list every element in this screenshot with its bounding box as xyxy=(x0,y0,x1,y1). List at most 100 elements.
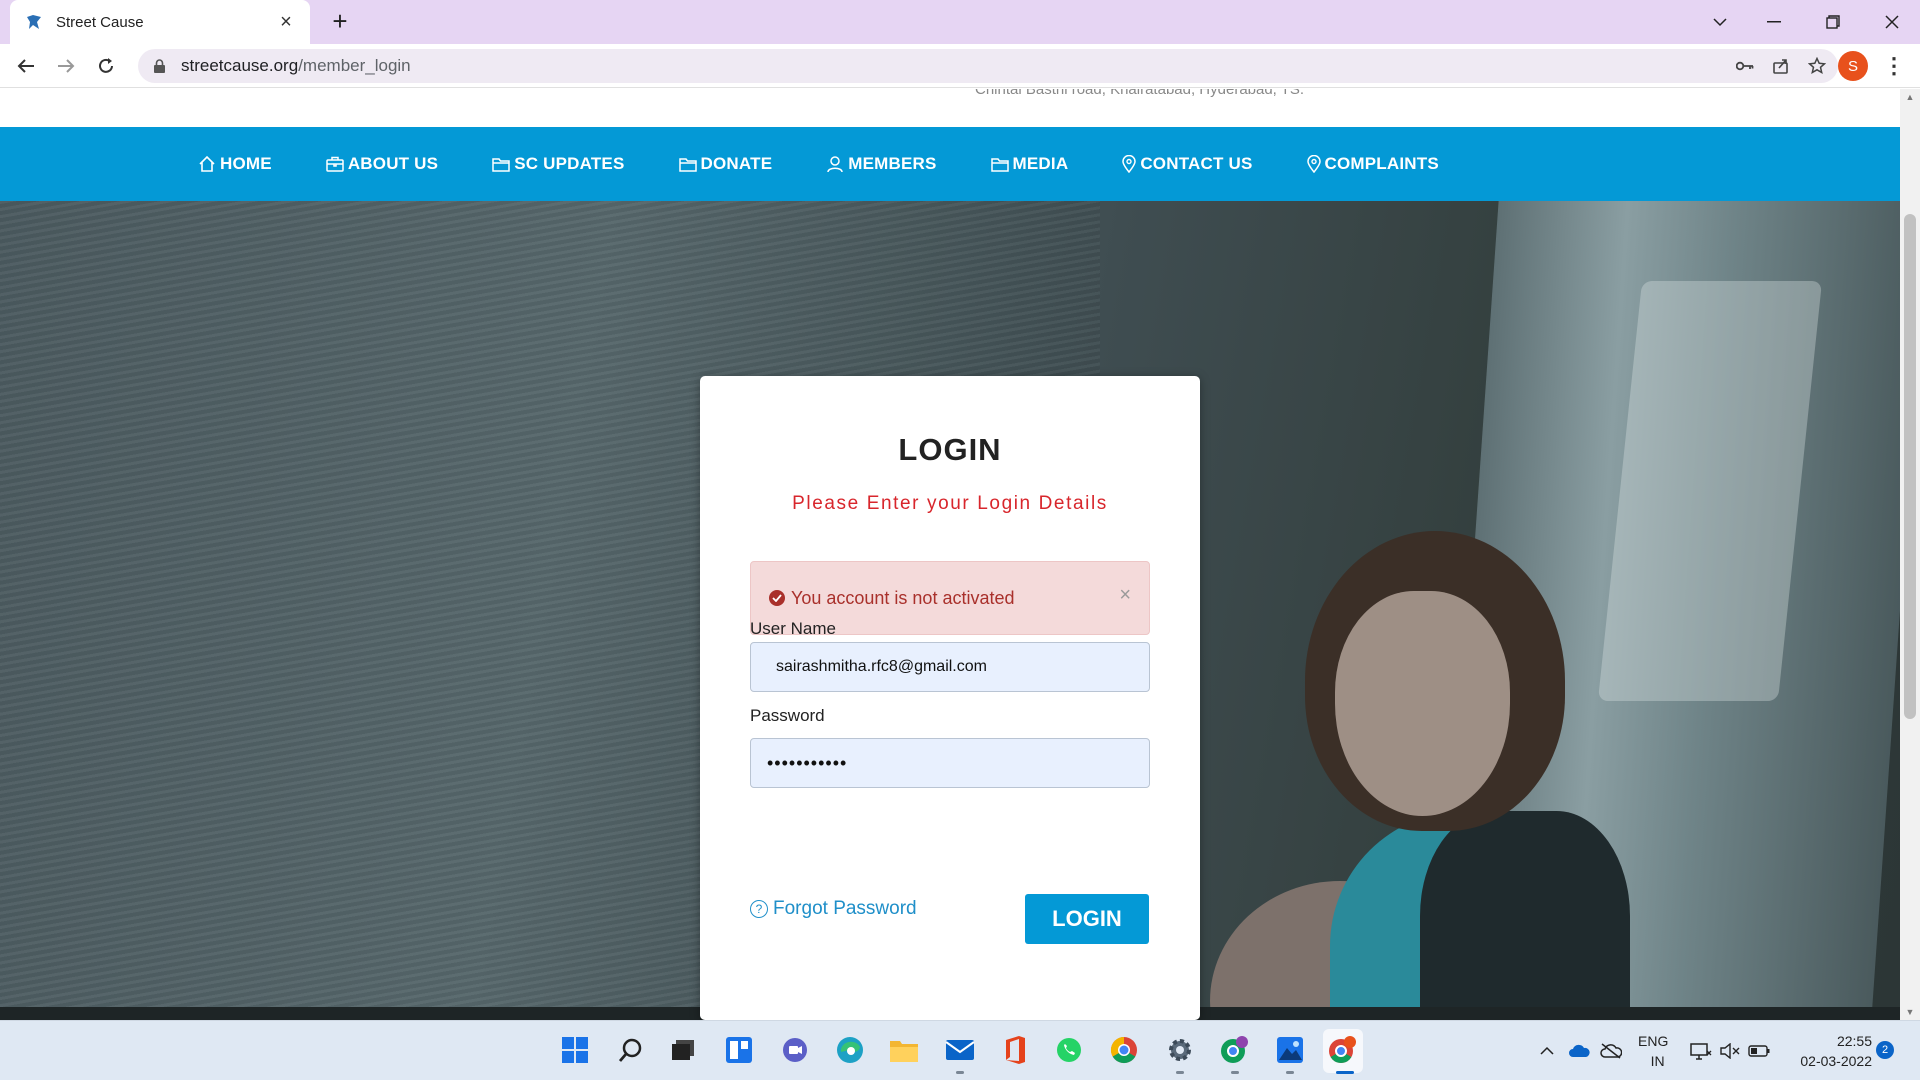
widgets-icon[interactable] xyxy=(722,1033,756,1067)
url-text[interactable]: streetcause.org/member_login xyxy=(181,56,411,76)
username-input[interactable] xyxy=(750,642,1150,692)
whatsapp-icon[interactable] xyxy=(1052,1033,1086,1067)
scrollbar-thumb[interactable] xyxy=(1904,214,1916,719)
map-pin-icon xyxy=(1306,155,1321,173)
browser-tab[interactable]: Street Cause × xyxy=(10,0,310,44)
question-circle-icon: ? xyxy=(750,900,768,918)
windows-taskbar: ENG IN 22:55 02-03-2022 2 xyxy=(0,1020,1920,1080)
back-arrow-icon[interactable] xyxy=(10,50,42,82)
reload-icon[interactable] xyxy=(90,50,122,82)
teams-chat-icon[interactable] xyxy=(778,1033,812,1067)
check-circle-icon xyxy=(769,590,785,606)
chrome-icon[interactable] xyxy=(1107,1033,1141,1067)
close-window-button[interactable] xyxy=(1864,0,1920,44)
folder-icon xyxy=(678,156,697,172)
share-icon[interactable] xyxy=(1772,57,1790,75)
tab-title: Street Cause xyxy=(56,13,144,31)
forgot-password-link[interactable]: ? Forgot Password xyxy=(750,898,917,920)
login-submit-button[interactable]: LOGIN xyxy=(1025,894,1149,944)
nav-label: DONATE xyxy=(700,154,773,173)
address-bar[interactable]: streetcause.org/member_login xyxy=(138,49,1838,83)
nav-contact-us[interactable]: CONTACT US xyxy=(1122,154,1252,174)
browser-toolbar: streetcause.org/member_login S ⋮ xyxy=(0,44,1920,88)
clock-time: 22:55 xyxy=(1836,1033,1872,1049)
child-face xyxy=(1335,591,1510,816)
page-viewport: Chintal Basthi road, Khairatabad, Hydera… xyxy=(0,89,1900,1020)
language-indicator[interactable]: ENG IN xyxy=(1638,1021,1668,1080)
running-indicator xyxy=(1286,1071,1294,1074)
windows-start-icon[interactable] xyxy=(558,1033,592,1067)
network-icon[interactable] xyxy=(1690,1021,1712,1080)
tray-chevron-icon[interactable] xyxy=(1540,1021,1554,1080)
username-label: User Name xyxy=(750,619,836,638)
new-tab-button[interactable]: + xyxy=(326,8,354,36)
minimize-button[interactable] xyxy=(1746,0,1802,44)
forgot-password-label: Forgot Password xyxy=(773,898,917,919)
tab-search-chevron-icon[interactable] xyxy=(1692,0,1748,44)
profile-avatar[interactable]: S xyxy=(1838,51,1868,81)
child-vest xyxy=(1420,811,1630,1020)
clock-date: 02-03-2022 xyxy=(1800,1053,1872,1069)
edge-browser-icon[interactable] xyxy=(833,1033,867,1067)
onedrive-offline-icon[interactable] xyxy=(1600,1021,1622,1080)
home-icon xyxy=(198,155,216,173)
notification-badge[interactable]: 2 xyxy=(1876,1041,1894,1059)
site-favicon-icon xyxy=(24,12,44,32)
main-navigation: HOME ABOUT US SC UPDATES DONATE MEMBERS … xyxy=(0,127,1900,201)
tab-close-icon[interactable]: × xyxy=(276,11,296,34)
office-icon[interactable] xyxy=(998,1033,1032,1067)
running-indicator xyxy=(1176,1071,1184,1074)
password-input[interactable] xyxy=(750,738,1150,788)
bookmark-star-icon[interactable] xyxy=(1808,57,1826,75)
password-key-icon[interactable] xyxy=(1736,61,1754,71)
battery-icon[interactable] xyxy=(1748,1021,1770,1080)
nav-label: CONTACT US xyxy=(1140,154,1253,173)
restore-button[interactable] xyxy=(1805,0,1861,44)
briefcase-icon xyxy=(326,156,344,172)
nav-label: MEMBERS xyxy=(848,154,937,173)
mail-icon[interactable] xyxy=(943,1033,977,1067)
nav-about-us[interactable]: ABOUT US xyxy=(326,154,438,174)
language-code: ENG xyxy=(1638,1033,1669,1049)
nav-label: COMPLAINTS xyxy=(1324,154,1439,173)
browser-menu-icon[interactable]: ⋮ xyxy=(1880,52,1908,80)
user-icon xyxy=(826,155,844,173)
nav-label: HOME xyxy=(220,154,272,173)
nav-complaints[interactable]: COMPLAINTS xyxy=(1306,154,1439,174)
url-path: /member_login xyxy=(298,56,411,75)
nav-sc-updates[interactable]: SC UPDATES xyxy=(492,154,624,174)
forward-arrow-icon[interactable] xyxy=(50,50,82,82)
map-pin-icon xyxy=(1122,155,1137,173)
settings-gear-icon[interactable] xyxy=(1163,1033,1197,1067)
hero-background-image: LOGIN Please Enter your Login Details Yo… xyxy=(0,201,1900,1020)
running-indicator xyxy=(1231,1071,1239,1074)
onedrive-cloud-icon[interactable] xyxy=(1568,1021,1590,1080)
photos-icon[interactable] xyxy=(1273,1033,1307,1067)
lock-icon[interactable] xyxy=(154,59,165,73)
folder-icon xyxy=(492,156,510,172)
task-view-icon[interactable] xyxy=(666,1033,700,1067)
volume-muted-icon[interactable] xyxy=(1720,1021,1740,1080)
nav-members[interactable]: MEMBERS xyxy=(826,154,936,174)
search-icon[interactable] xyxy=(614,1033,648,1067)
header-address-text: Chintal Basthi road, Khairatabad, Hydera… xyxy=(975,89,1305,98)
login-card: LOGIN Please Enter your Login Details Yo… xyxy=(700,376,1200,1020)
login-title: LOGIN xyxy=(898,432,1002,467)
alert-message: You account is not activated xyxy=(791,587,1015,608)
nav-label: SC UPDATES xyxy=(514,154,625,173)
system-clock[interactable]: 22:55 02-03-2022 xyxy=(1782,1031,1872,1071)
chrome-profile-icon[interactable] xyxy=(1218,1033,1252,1067)
browser-tab-strip: Street Cause × + xyxy=(0,0,1920,44)
nav-donate[interactable]: DONATE xyxy=(678,154,773,174)
scroll-down-arrow-icon[interactable]: ▼ xyxy=(1900,1004,1920,1020)
chrome-active-icon[interactable] xyxy=(1326,1033,1360,1067)
url-domain: streetcause.org xyxy=(181,56,299,75)
login-subtitle: Please Enter your Login Details xyxy=(792,493,1108,514)
file-explorer-icon[interactable] xyxy=(887,1033,921,1067)
nav-label: ABOUT US xyxy=(347,154,439,173)
alert-close-icon[interactable]: × xyxy=(1119,584,1131,607)
nav-media[interactable]: MEDIA xyxy=(990,154,1069,174)
scroll-up-arrow-icon[interactable]: ▲ xyxy=(1900,89,1920,105)
nav-home[interactable]: HOME xyxy=(198,154,272,174)
page-scrollbar[interactable]: ▲ ▼ xyxy=(1900,89,1920,1020)
